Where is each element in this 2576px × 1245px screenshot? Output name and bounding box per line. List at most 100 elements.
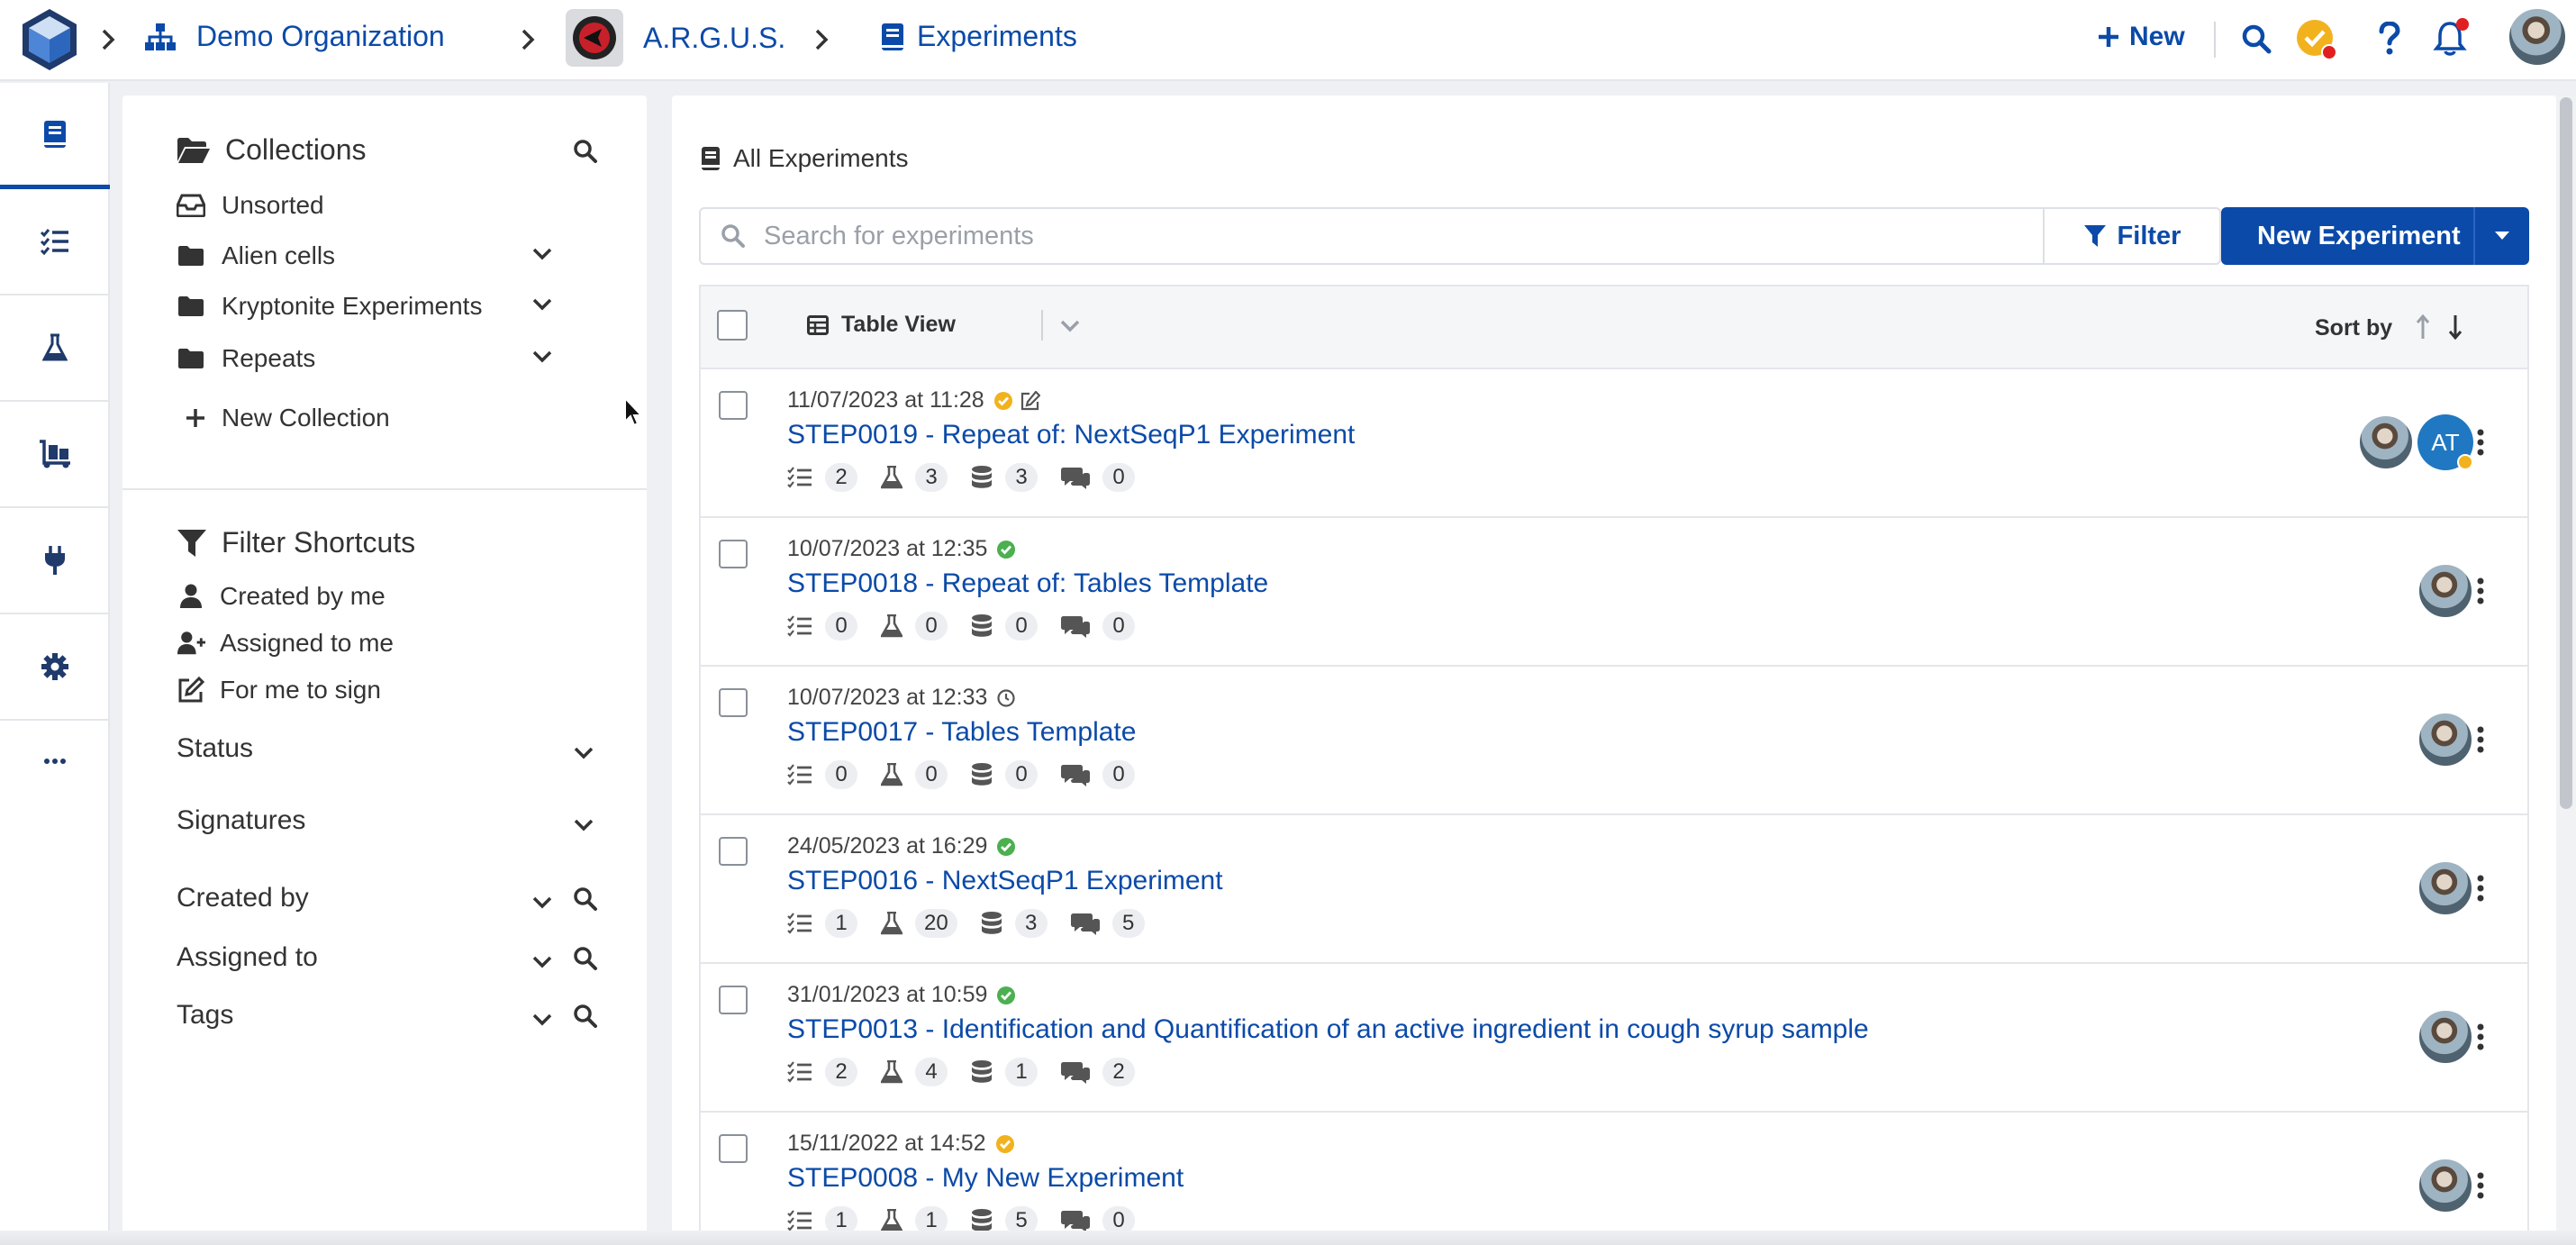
select-all-checkbox[interactable] xyxy=(717,310,748,341)
stat-value: 2 xyxy=(825,1058,857,1086)
row-menu-icon[interactable] xyxy=(2477,875,2484,902)
row-checkbox[interactable] xyxy=(719,391,748,420)
status-dropdown[interactable]: Status xyxy=(177,733,253,764)
stat-protocols: 1 xyxy=(787,909,857,938)
bell-icon[interactable] xyxy=(2432,16,2475,59)
chevron-down-icon[interactable] xyxy=(531,955,553,969)
experiment-title-link[interactable]: STEP0008 - My New Experiment xyxy=(787,1163,1184,1194)
tags-dropdown[interactable]: Tags xyxy=(177,1000,233,1031)
owner-avatar[interactable] xyxy=(2417,563,2473,619)
shortcut-label: For me to sign xyxy=(220,676,381,704)
owner-avatar[interactable] xyxy=(2417,712,2473,768)
filter-button[interactable]: Filter xyxy=(2045,207,2221,265)
chevron-down-icon[interactable] xyxy=(531,895,553,910)
chevron-down-icon[interactable] xyxy=(573,818,594,832)
search-icon[interactable] xyxy=(573,139,598,164)
collection-item[interactable]: Alien cells xyxy=(177,241,335,270)
experiment-title-link[interactable]: STEP0017 - Tables Template xyxy=(787,717,1136,748)
row-checkbox[interactable] xyxy=(719,837,748,866)
question-icon[interactable] xyxy=(2378,22,2401,56)
rail-settings[interactable] xyxy=(0,614,110,721)
collection-item[interactable]: Kryptonite Experiments xyxy=(177,292,482,321)
signatures-dropdown[interactable]: Signatures xyxy=(177,805,305,836)
row-checkbox[interactable] xyxy=(719,540,748,568)
row-menu-icon[interactable] xyxy=(2477,726,2484,753)
row-date-text: 10/07/2023 at 12:35 xyxy=(787,536,988,561)
search-icon[interactable] xyxy=(573,886,598,912)
rail-integrations[interactable] xyxy=(0,508,110,614)
assignee-avatar[interactable]: AT xyxy=(2417,414,2473,470)
owner-avatar[interactable] xyxy=(2417,860,2473,916)
breadcrumb-section[interactable]: Experiments xyxy=(881,20,1077,53)
database-icon xyxy=(971,1208,993,1233)
cube-logo-icon[interactable] xyxy=(20,7,79,72)
search-input[interactable] xyxy=(764,221,1935,251)
user-icon xyxy=(177,584,205,609)
folder-icon xyxy=(177,348,205,369)
scrollbar-thumb[interactable] xyxy=(2560,97,2572,809)
sort-ascending-icon[interactable] xyxy=(2416,314,2430,341)
owner-avatar[interactable] xyxy=(2417,1009,2473,1065)
row-stats: 2 4 1 2 xyxy=(787,1058,1158,1086)
search-icon[interactable] xyxy=(2241,23,2272,54)
user-avatar[interactable] xyxy=(2508,7,2567,67)
new-button[interactable]: New xyxy=(2097,22,2185,52)
row-menu-icon[interactable] xyxy=(2477,577,2484,604)
table-row[interactable]: 31/01/2023 at 10:59 STEP0013 - Identific… xyxy=(701,964,2527,1113)
chevron-down-icon[interactable] xyxy=(1059,319,1081,333)
row-checkbox[interactable] xyxy=(719,986,748,1014)
experiment-title-link[interactable]: STEP0019 - Repeat of: NextSeqP1 Experime… xyxy=(787,420,1355,450)
created-by-dropdown[interactable]: Created by xyxy=(177,883,309,913)
breadcrumb-organization[interactable]: Demo Organization xyxy=(144,20,445,53)
breadcrumb-section-label: Experiments xyxy=(917,20,1077,52)
row-checkbox[interactable] xyxy=(719,1134,748,1163)
rail-samples[interactable] xyxy=(0,295,110,402)
collection-item[interactable]: Repeats xyxy=(177,344,315,373)
table-view-toggle[interactable]: Table View xyxy=(807,312,956,338)
new-button-label: New xyxy=(2129,22,2185,51)
scrollbar[interactable] xyxy=(2556,95,2576,1245)
rail-experiments[interactable] xyxy=(0,83,110,189)
rail-inventory[interactable] xyxy=(0,402,110,508)
collection-item[interactable]: Unsorted xyxy=(177,191,324,220)
table-row[interactable]: 10/07/2023 at 12:35 STEP0018 - Repeat of… xyxy=(701,518,2527,667)
stat-protocols: 0 xyxy=(787,612,857,641)
table-row[interactable]: 11/07/2023 at 11:28 STEP0019 - Repeat of… xyxy=(701,369,2527,518)
user-plus-icon xyxy=(177,631,205,656)
tasks-status-icon[interactable] xyxy=(2295,18,2340,63)
shortcut-for-me-to-sign[interactable]: For me to sign xyxy=(177,676,381,704)
chevron-down-icon[interactable] xyxy=(573,746,594,760)
rail-more[interactable] xyxy=(0,721,110,802)
shortcut-created-by-me[interactable]: Created by me xyxy=(177,582,385,611)
row-menu-icon[interactable] xyxy=(2477,1023,2484,1050)
table-row[interactable]: 15/11/2022 at 14:52 STEP0008 - My New Ex… xyxy=(701,1113,2527,1245)
new-experiment-button[interactable]: New Experiment xyxy=(2221,207,2529,265)
new-experiment-dropdown[interactable] xyxy=(2473,207,2529,265)
assigned-to-dropdown[interactable]: Assigned to xyxy=(177,942,318,973)
row-menu-icon[interactable] xyxy=(2477,429,2484,456)
search-icon[interactable] xyxy=(573,1004,598,1029)
experiment-title-link[interactable]: STEP0018 - Repeat of: Tables Template xyxy=(787,568,1268,599)
sort-descending-icon[interactable] xyxy=(2448,314,2463,341)
new-collection-button[interactable]: New Collection xyxy=(186,404,390,432)
owner-avatar[interactable] xyxy=(2417,1158,2473,1213)
row-checkbox[interactable] xyxy=(719,688,748,717)
chevron-down-icon[interactable] xyxy=(531,247,553,261)
shortcut-assigned-to-me[interactable]: Assigned to me xyxy=(177,629,394,658)
owner-avatar[interactable] xyxy=(2358,414,2414,470)
table-header: Table View Sort by xyxy=(701,286,2527,369)
row-menu-icon[interactable] xyxy=(2477,1172,2484,1199)
experiment-title-link[interactable]: STEP0013 - Identification and Quantifica… xyxy=(787,1014,1869,1045)
row-date-text: 15/11/2022 at 14:52 xyxy=(787,1131,986,1156)
table-row[interactable]: 24/05/2023 at 16:29 STEP0016 - NextSeqP1… xyxy=(701,815,2527,964)
chevron-down-icon[interactable] xyxy=(531,1013,553,1027)
comments-icon xyxy=(1061,1060,1090,1084)
chevron-down-icon[interactable] xyxy=(531,350,553,364)
chevron-down-icon[interactable] xyxy=(531,297,553,312)
status-draft-icon xyxy=(996,688,1016,708)
search-icon[interactable] xyxy=(573,946,598,971)
table-row[interactable]: 10/07/2023 at 12:33 STEP0017 - Tables Te… xyxy=(701,667,2527,815)
rail-protocols[interactable] xyxy=(0,189,110,295)
breadcrumb-project[interactable]: A.R.G.U.S. xyxy=(566,9,785,67)
experiment-title-link[interactable]: STEP0016 - NextSeqP1 Experiment xyxy=(787,866,1223,896)
